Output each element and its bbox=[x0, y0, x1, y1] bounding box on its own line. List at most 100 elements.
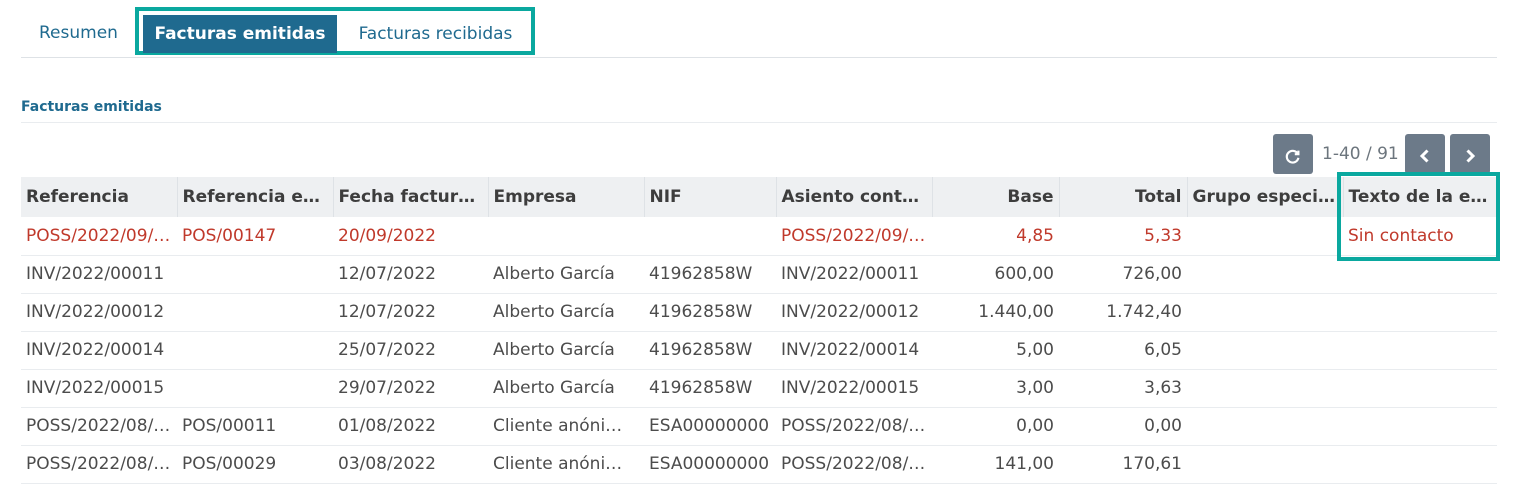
cell-referencia-externa: POS/00011 bbox=[177, 407, 333, 446]
column-header-base[interactable]: Base bbox=[932, 177, 1060, 217]
cell-fecha-factura: 25/07/2022 bbox=[333, 331, 488, 370]
section-divider bbox=[21, 122, 1497, 123]
table-row[interactable]: INV/2022/00015 29/07/2022 Alberto García… bbox=[21, 369, 1497, 408]
cell-base: 0,00 bbox=[932, 407, 1059, 446]
cell-referencia-externa bbox=[177, 369, 333, 408]
tab-facturas-recibidas[interactable]: Facturas recibidas bbox=[343, 15, 528, 53]
cell-fecha-factura: 12/07/2022 bbox=[333, 255, 488, 294]
invoice-table: Referencia Referencia ext… Fecha factura… bbox=[21, 177, 1498, 484]
cell-grupo-especial bbox=[1187, 255, 1343, 294]
pager-previous-button[interactable] bbox=[1405, 134, 1445, 174]
cell-empresa bbox=[488, 217, 644, 256]
cell-total: 5,33 bbox=[1059, 217, 1187, 256]
cell-asiento-contable: INV/2022/00012 bbox=[776, 293, 932, 332]
cell-empresa: Alberto García bbox=[488, 255, 644, 294]
cell-nif: ESA00000000 bbox=[644, 445, 776, 484]
table-row[interactable]: INV/2022/00011 12/07/2022 Alberto García… bbox=[21, 255, 1497, 294]
pager-next-button[interactable] bbox=[1450, 134, 1490, 174]
pager-range: 1-40 / 91 bbox=[1322, 144, 1399, 164]
cell-referencia: POSS/2022/08/… bbox=[21, 445, 177, 484]
cell-empresa: Alberto García bbox=[488, 293, 644, 332]
cell-nif: 41962858W bbox=[644, 369, 776, 408]
cell-texto-excepcion bbox=[1343, 331, 1497, 370]
cell-texto-excepcion bbox=[1343, 255, 1497, 294]
cell-base: 1.440,00 bbox=[932, 293, 1059, 332]
cell-empresa: Alberto García bbox=[488, 331, 644, 370]
cell-grupo-especial bbox=[1187, 369, 1343, 408]
tab-resumen[interactable]: Resumen bbox=[39, 14, 118, 52]
column-header-empresa[interactable]: Empresa bbox=[488, 177, 645, 217]
column-header-referencia[interactable]: Referencia bbox=[21, 177, 178, 217]
table-row[interactable]: POSS/2022/08/… POS/00011 01/08/2022 Clie… bbox=[21, 407, 1497, 446]
table-header-row: Referencia Referencia ext… Fecha factura… bbox=[21, 177, 1498, 217]
cell-nif bbox=[644, 217, 776, 256]
cell-asiento-contable: INV/2022/00014 bbox=[776, 331, 932, 370]
cell-grupo-especial bbox=[1187, 331, 1343, 370]
cell-base: 141,00 bbox=[932, 445, 1059, 484]
refresh-button[interactable] bbox=[1273, 134, 1313, 174]
cell-total: 0,00 bbox=[1059, 407, 1187, 446]
cell-referencia: POSS/2022/09/… bbox=[21, 217, 177, 256]
cell-texto-excepcion: Sin contacto bbox=[1343, 217, 1497, 256]
cell-empresa: Alberto García bbox=[488, 369, 644, 408]
cell-referencia-externa bbox=[177, 293, 333, 332]
column-header-grupo-especial[interactable]: Grupo especi… bbox=[1187, 177, 1344, 217]
tab-facturas-emitidas[interactable]: Facturas emitidas bbox=[143, 15, 337, 53]
column-header-referencia-externa[interactable]: Referencia ext… bbox=[177, 177, 334, 217]
cell-referencia-externa: POS/00029 bbox=[177, 445, 333, 484]
cell-referencia-externa bbox=[177, 255, 333, 294]
section-title: Facturas emitidas bbox=[21, 99, 162, 115]
chevron-left-icon bbox=[1419, 148, 1429, 163]
tab-bar: Resumen Facturas emitidas Facturas recib… bbox=[21, 7, 1497, 58]
cell-grupo-especial bbox=[1187, 407, 1343, 446]
cell-referencia-externa bbox=[177, 331, 333, 370]
cell-texto-excepcion bbox=[1343, 369, 1497, 408]
table-row[interactable]: POSS/2022/09/… POS/00147 20/09/2022 POSS… bbox=[21, 217, 1497, 256]
column-header-fecha-factura[interactable]: Fecha factura… bbox=[333, 177, 489, 217]
cell-fecha-factura: 01/08/2022 bbox=[333, 407, 488, 446]
cell-fecha-factura: 20/09/2022 bbox=[333, 217, 488, 256]
cell-empresa: Cliente anóni… bbox=[488, 407, 644, 446]
column-header-total[interactable]: Total bbox=[1059, 177, 1188, 217]
table-row[interactable]: INV/2022/00012 12/07/2022 Alberto García… bbox=[21, 293, 1497, 332]
cell-total: 726,00 bbox=[1059, 255, 1187, 294]
cell-referencia: INV/2022/00012 bbox=[21, 293, 177, 332]
cell-base: 4,85 bbox=[932, 217, 1059, 256]
cell-referencia-externa: POS/00147 bbox=[177, 217, 333, 256]
column-header-nif[interactable]: NIF bbox=[644, 177, 777, 217]
cell-asiento-contable: POSS/2022/08/… bbox=[776, 407, 932, 446]
cell-total: 6,05 bbox=[1059, 331, 1187, 370]
cell-base: 5,00 bbox=[932, 331, 1059, 370]
cell-grupo-especial bbox=[1187, 445, 1343, 484]
cell-base: 600,00 bbox=[932, 255, 1059, 294]
cell-base: 3,00 bbox=[932, 369, 1059, 408]
cell-total: 3,63 bbox=[1059, 369, 1187, 408]
table-row[interactable]: INV/2022/00014 25/07/2022 Alberto García… bbox=[21, 331, 1497, 370]
cell-asiento-contable: POSS/2022/09/… bbox=[776, 217, 932, 256]
cell-asiento-contable: POSS/2022/08/… bbox=[776, 445, 932, 484]
cell-grupo-especial bbox=[1187, 293, 1343, 332]
cell-nif: 41962858W bbox=[644, 293, 776, 332]
refresh-icon bbox=[1285, 149, 1300, 164]
cell-total: 1.742,40 bbox=[1059, 293, 1187, 332]
cell-asiento-contable: INV/2022/00015 bbox=[776, 369, 932, 408]
column-header-asiento-contable[interactable]: Asiento conta… bbox=[776, 177, 933, 217]
cell-referencia: INV/2022/00011 bbox=[21, 255, 177, 294]
column-header-texto-excepcion[interactable]: Texto de la ex… bbox=[1343, 177, 1498, 217]
cell-grupo-especial bbox=[1187, 217, 1343, 256]
cell-texto-excepcion bbox=[1343, 293, 1497, 332]
table-row[interactable]: POSS/2022/08/… POS/00029 03/08/2022 Clie… bbox=[21, 445, 1497, 484]
cell-fecha-factura: 29/07/2022 bbox=[333, 369, 488, 408]
cell-texto-excepcion bbox=[1343, 445, 1497, 484]
chevron-right-icon bbox=[1466, 148, 1476, 163]
cell-fecha-factura: 12/07/2022 bbox=[333, 293, 488, 332]
cell-total: 170,61 bbox=[1059, 445, 1187, 484]
cell-nif: 41962858W bbox=[644, 255, 776, 294]
cell-texto-excepcion bbox=[1343, 407, 1497, 446]
cell-referencia: POSS/2022/08/… bbox=[21, 407, 177, 446]
cell-referencia: INV/2022/00014 bbox=[21, 331, 177, 370]
cell-fecha-factura: 03/08/2022 bbox=[333, 445, 488, 484]
cell-referencia: INV/2022/00015 bbox=[21, 369, 177, 408]
cell-nif: 41962858W bbox=[644, 331, 776, 370]
cell-nif: ESA00000000 bbox=[644, 407, 776, 446]
